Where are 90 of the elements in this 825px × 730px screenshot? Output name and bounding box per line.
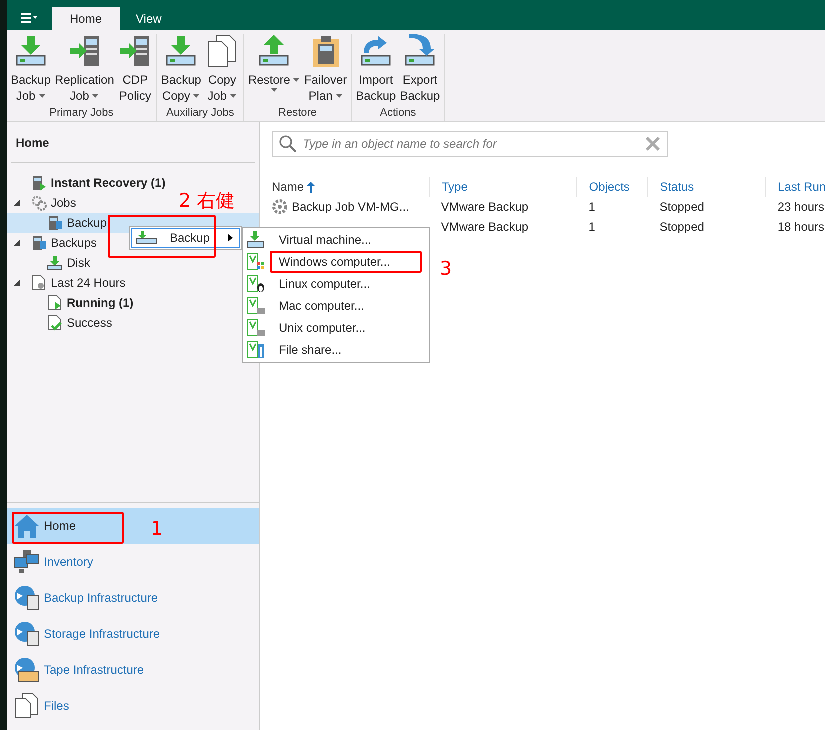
table-cell: Backup Job VM-MG... [292,200,410,214]
globe-server-icon [14,585,40,611]
caret-icon [230,94,238,98]
gears-icon [31,195,47,211]
search-box[interactable]: Type in an object name to search for [272,131,668,157]
table-cell: 1 [588,220,596,234]
penguin-icon [247,275,265,293]
caret-icon [92,94,100,98]
gear-server-icon [47,215,63,231]
drive-up-arrow-icon [257,34,292,68]
ribbon-button[interactable]: Import Backup [354,34,398,107]
tree-item[interactable]: Running (1) [7,293,138,313]
table-cell: Stopped [660,200,704,214]
drive-down-arrow-icon [247,231,265,249]
search-icon [279,135,297,153]
gear-icon [272,199,288,215]
caret-icon [270,88,278,92]
globe-database-icon [14,621,40,647]
menu-item[interactable]: Unix computer... [243,317,429,339]
table-cell: VMware Backup [441,200,529,214]
table-cell: 1 [588,200,596,214]
nav-item[interactable]: Tape Infrastructure [7,652,259,688]
ribbon-button[interactable]: Backup Copy [159,34,204,107]
tree-item[interactable]: Jobs [7,193,80,213]
tree-item[interactable]: Success [7,313,116,333]
curved-arrow-icon [359,34,394,68]
column-header[interactable]: Objects [576,177,648,197]
table-cell: 18 hours [778,220,825,234]
group-label: Actions [380,107,416,121]
drive-down-arrow-icon [136,231,158,245]
group-label: Primary Jobs [50,107,114,121]
menu-item[interactable]: Windows computer... [243,251,429,273]
curved-arrow-icon [403,34,438,68]
drive-down-arrow-icon [164,34,198,68]
tree-item[interactable]: Disk [7,253,94,273]
column-header[interactable]: Type [428,177,576,197]
server-list-icon [31,235,47,251]
nav-item[interactable]: Inventory [7,544,259,580]
ribbon-button[interactable]: Copy Job [203,34,242,107]
sort-ascending-icon [307,182,316,192]
document-play-icon [47,295,63,311]
server-arrow-icon [68,34,102,68]
globe-tape-icon [14,657,40,683]
documents-icon [14,693,40,719]
search-field[interactable]: Type in an object name to search for [301,136,641,152]
table-cell: 23 hours [778,200,825,214]
ribbon-button[interactable]: Replication Job [53,34,116,107]
annotation-label: 3 [440,258,452,280]
ribbon-button[interactable]: Export Backup [398,34,442,107]
document-check-icon [47,315,63,331]
menu-item[interactable]: Backup [131,228,240,248]
ribbon-button[interactable]: CDP Policy [116,34,154,107]
tree-item[interactable]: Instant Recovery (1) [7,173,170,193]
column-header[interactable]: Last Run [765,177,825,197]
column-header[interactable]: Status [647,177,766,197]
server-play-icon [31,175,47,191]
tree-item[interactable]: Backups [7,233,102,253]
menu-icon [21,12,39,24]
submenu-arrow-icon [228,234,233,242]
nav-item[interactable]: Files [7,688,259,724]
caret-icon [38,94,46,98]
ribbon-button[interactable]: Restore [246,34,302,107]
ribbon-button[interactable]: Backup Job [9,34,54,107]
ribbon-tab[interactable]: Home [52,7,120,30]
document-gear-icon [31,275,47,291]
caret-icon [293,78,300,82]
drive-down-arrow-icon [47,255,63,271]
share-icon [247,341,265,359]
drive-down-arrow-icon [14,34,48,68]
caret-icon [336,94,343,98]
column-header[interactable]: Name [272,177,429,197]
menu-item[interactable]: Linux computer... [243,273,429,295]
caret-icon [193,94,200,98]
group-label: Auxiliary Jobs [166,107,234,121]
menu-item[interactable]: Mac computer... [243,295,429,317]
ribbon-tab[interactable]: View [122,7,176,30]
ribbon-button[interactable]: Failover Plan [302,34,350,107]
table-cell: Stopped [660,220,704,234]
computers-icon [14,549,40,575]
annotation-label: 1 [151,518,164,540]
table-cell: VMware Backup [441,220,529,234]
tree-item[interactable]: Last 24 Hours [7,273,130,293]
sidebar-title: Home [11,122,255,163]
annotation-label: 2 右健 [179,189,236,214]
menu-item[interactable]: File share... [243,339,429,361]
nav-item[interactable]: Backup Infrastructure [7,580,259,616]
group-label: Restore [278,107,318,121]
nav-item[interactable]: Storage Infrastructure [7,616,259,652]
windows-logo-icon [247,253,265,271]
house-icon [14,513,40,539]
